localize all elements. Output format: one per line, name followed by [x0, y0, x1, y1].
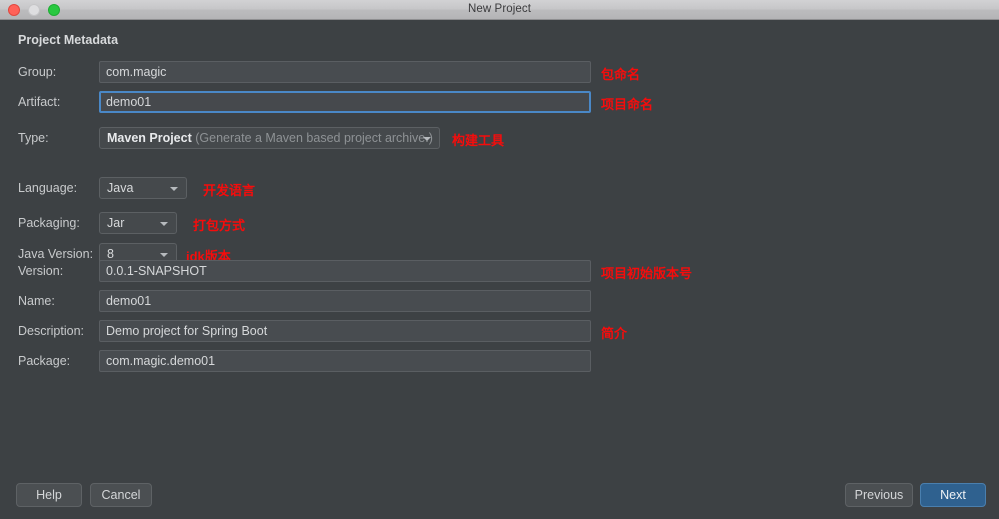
window-title: New Project [467, 3, 532, 15]
group-input[interactable] [99, 61, 591, 83]
annotation-type: 构建工具 [452, 133, 505, 148]
section-heading: Project Metadata [18, 33, 119, 47]
title-bar: New Project [0, 0, 999, 20]
annotation-language: 开发语言 [203, 183, 256, 198]
description-label: Description: [18, 324, 84, 338]
chevron-down-icon [160, 222, 168, 226]
language-combobox[interactable]: Java [99, 177, 187, 199]
help-button[interactable]: Help [16, 483, 82, 507]
annotation-packaging: 打包方式 [193, 218, 246, 233]
dialog-body: Project Metadata Group: 包命名 Artifact: 项目… [0, 20, 999, 519]
packaging-combobox-value: Jar [107, 216, 125, 230]
annotation-version: 项目初始版本号 [601, 266, 693, 281]
cancel-button[interactable]: Cancel [90, 483, 152, 507]
package-label: Package: [18, 354, 71, 368]
language-label: Language: [18, 181, 78, 195]
new-project-dialog: New Project Project Metadata Group: 包命名 … [0, 0, 999, 519]
packaging-label: Packaging: [18, 216, 80, 230]
artifact-input[interactable] [99, 91, 591, 113]
previous-button[interactable]: Previous [845, 483, 913, 507]
type-combobox[interactable]: Maven Project (Generate a Maven based pr… [99, 127, 440, 149]
artifact-label: Artifact: [18, 95, 61, 109]
language-combobox-value: Java [107, 181, 134, 195]
description-input[interactable] [99, 320, 591, 342]
type-value-text: Maven Project [107, 131, 192, 145]
packaging-combobox[interactable]: Jar [99, 212, 177, 234]
chevron-down-icon [423, 137, 431, 141]
type-label: Type: [18, 131, 49, 145]
name-input[interactable] [99, 290, 591, 312]
annotation-description: 简介 [601, 326, 628, 341]
version-input[interactable] [99, 260, 591, 282]
annotation-artifact: 项目命名 [601, 97, 654, 112]
package-input[interactable] [99, 350, 591, 372]
version-label: Version: [18, 264, 64, 278]
name-label: Name: [18, 294, 55, 308]
type-combobox-value: Maven Project (Generate a Maven based pr… [107, 128, 433, 148]
group-label: Group: [18, 65, 57, 79]
next-button[interactable]: Next [920, 483, 986, 507]
chevron-down-icon [170, 187, 178, 191]
type-value-hint: (Generate a Maven based project archive.… [195, 131, 433, 145]
chevron-down-icon [160, 253, 168, 257]
annotation-group: 包命名 [601, 67, 641, 82]
